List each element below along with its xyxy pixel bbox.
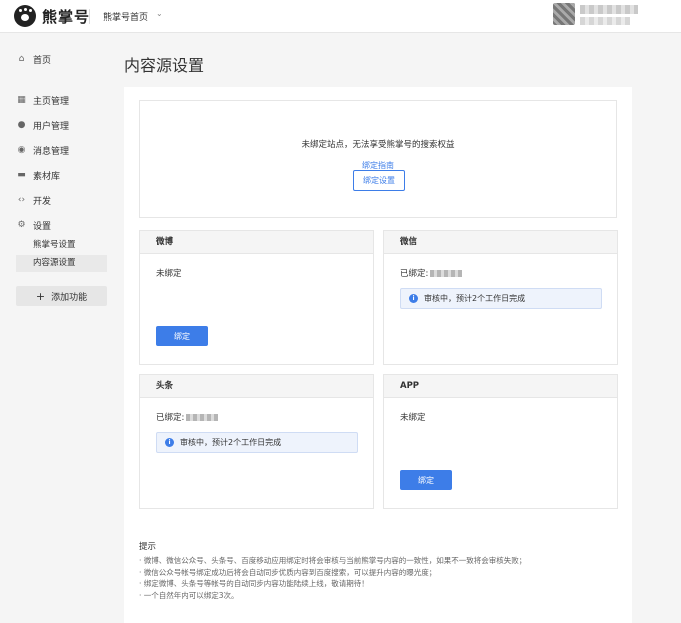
sidebar-item-label: 首页	[33, 55, 52, 66]
message-icon: ◉	[17, 145, 26, 155]
bind-weibo-button[interactable]: 绑定	[156, 326, 208, 346]
sidebar-item-materials[interactable]: ▬ 素材库	[16, 168, 60, 182]
card-app: APP 未绑定 绑定	[383, 374, 618, 509]
review-notice-text: 审核中，预计2个工作日完成	[424, 294, 526, 303]
card-wechat: 微信 已绑定: i 审核中，预计2个工作日完成	[383, 230, 618, 365]
site-bind-message: 未绑定站点，无法享受熊掌号的搜索权益	[301, 140, 455, 150]
grid-icon: ▦	[17, 95, 26, 105]
bind-settings-button[interactable]: 绑定设置	[353, 170, 405, 191]
sidebar-item-label: 主页管理	[33, 96, 70, 107]
gear-icon: ⚙	[17, 220, 26, 230]
review-notice: i 审核中，预计2个工作日完成	[400, 288, 602, 309]
info-icon: i	[409, 294, 418, 303]
bind-status-text: 未绑定	[156, 269, 182, 279]
tip-line: · 绑定微博、头条号等帐号的自动同步内容功能陆续上线，敬请期待！	[139, 579, 369, 588]
sidebar: ⌂ 首页 ▦ 主页管理 ● 用户管理 ◉ 消息管理 ▬ 素材库 ‹› 开发 ⚙ …	[0, 34, 115, 623]
add-feature-label: 添加功能	[51, 292, 88, 303]
card-title: 头条	[140, 375, 373, 398]
logo-text: 熊掌号	[42, 7, 91, 26]
tip-line: · 微博、微信公众号、头条号、百度移动应用绑定时将会审核与当前熊掌号内容的一致性…	[139, 556, 527, 565]
bind-status-text: 未绑定	[400, 413, 426, 423]
sidebar-item-label: 消息管理	[33, 146, 70, 157]
sidebar-subitem-content-source[interactable]: 内容源设置	[16, 255, 107, 272]
header-nav-home[interactable]: 熊掌号首页	[103, 10, 148, 23]
plus-icon: +	[35, 289, 46, 303]
tips-section: 提示 · 微博、微信公众号、头条号、百度移动应用绑定时将会审核与当前熊掌号内容的…	[139, 540, 619, 601]
avatar[interactable]	[553, 3, 575, 25]
paw-logo-icon	[14, 5, 36, 27]
sidebar-item-messages[interactable]: ◉ 消息管理	[16, 143, 69, 157]
header-divider	[89, 9, 90, 24]
card-title: 微博	[140, 231, 373, 254]
review-notice-text: 审核中，预计2个工作日完成	[180, 438, 282, 447]
content-panel: 未绑定站点，无法享受熊掌号的搜索权益 绑定指南 绑定设置 微博 未绑定 绑定 微…	[124, 87, 632, 623]
bound-account-blurred	[186, 413, 219, 421]
bind-status: 已绑定:	[156, 411, 219, 423]
sidebar-item-settings[interactable]: ⚙ 设置	[16, 218, 51, 232]
card-toutiao: 头条 已绑定: i 审核中，预计2个工作日完成	[139, 374, 374, 509]
sidebar-item-label: 素材库	[33, 171, 61, 182]
user-icon: ●	[17, 120, 26, 130]
top-header: 熊掌号 熊掌号首页 ⌄	[0, 0, 681, 33]
page-title: 内容源设置	[124, 56, 205, 75]
site-bind-box: 未绑定站点，无法享受熊掌号的搜索权益 绑定指南 绑定设置	[139, 100, 617, 218]
card-title: APP	[384, 375, 617, 398]
home-icon: ⌂	[18, 54, 25, 64]
tip-line: · 一个自然年内可以绑定3次。	[139, 590, 239, 600]
bind-app-button[interactable]: 绑定	[400, 470, 452, 490]
user-info-blurred	[580, 17, 630, 25]
review-notice: i 审核中，预计2个工作日完成	[156, 432, 358, 453]
bound-account-blurred	[430, 269, 463, 277]
info-icon: i	[165, 438, 174, 447]
sidebar-item-label: 用户管理	[33, 121, 70, 132]
sidebar-item-label: 设置	[33, 221, 52, 232]
sidebar-item-home[interactable]: ⌂ 首页	[16, 52, 51, 66]
bind-status: 未绑定	[400, 411, 426, 423]
bind-status-text: 已绑定:	[156, 413, 185, 423]
add-feature-button[interactable]: + 添加功能	[16, 286, 107, 306]
card-weibo: 微博 未绑定 绑定	[139, 230, 374, 365]
logo[interactable]: 熊掌号	[14, 5, 90, 27]
bind-status: 未绑定	[156, 267, 182, 279]
sidebar-subitem-account-settings[interactable]: 熊掌号设置	[16, 237, 107, 254]
user-name-blurred	[580, 5, 638, 14]
tip-line: · 微信公众号帐号绑定成功后将会自动同步优质内容到百度搜索，可以提升内容的曝光度…	[139, 567, 437, 577]
folder-icon: ▬	[17, 170, 26, 180]
bind-status-text: 已绑定:	[400, 269, 429, 279]
code-icon: ‹›	[17, 195, 26, 205]
sidebar-item-users[interactable]: ● 用户管理	[16, 118, 69, 132]
sidebar-item-label: 开发	[33, 196, 52, 207]
sidebar-item-develop[interactable]: ‹› 开发	[16, 193, 51, 207]
card-title: 微信	[384, 231, 617, 254]
chevron-down-icon[interactable]: ⌄	[156, 9, 163, 18]
sidebar-item-homepage-manage[interactable]: ▦ 主页管理	[16, 93, 69, 107]
bind-status: 已绑定:	[400, 267, 463, 279]
tips-title: 提示	[139, 542, 157, 552]
